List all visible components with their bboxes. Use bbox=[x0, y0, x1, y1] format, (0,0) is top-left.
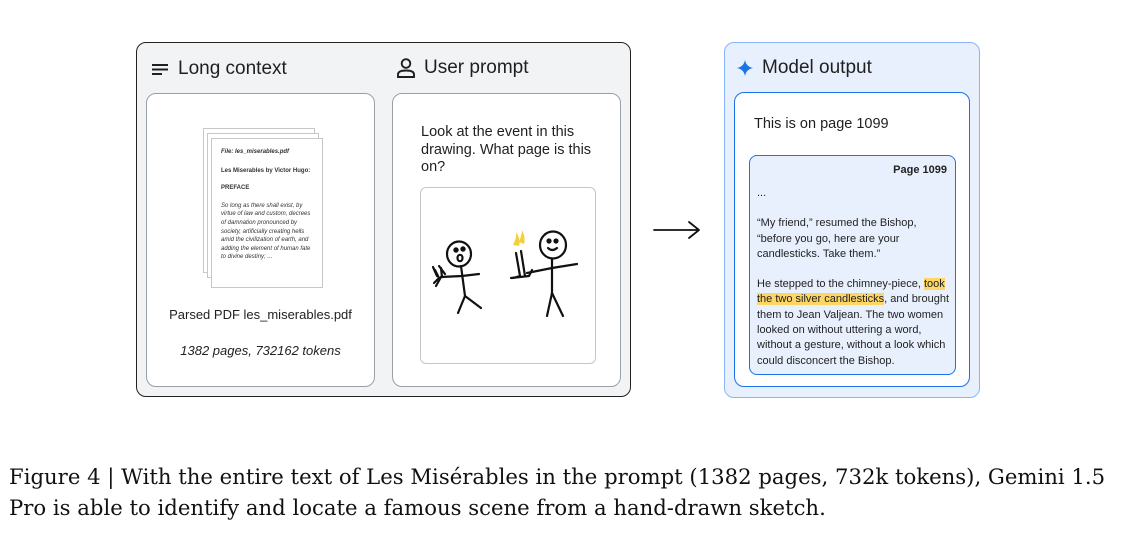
doc-file-name: File: les_miserables.pdf bbox=[221, 149, 290, 155]
doc-preview: File: les_miserables.pdf Les Miserables … bbox=[221, 148, 316, 262]
left-figure-body bbox=[459, 264, 467, 298]
candlestick-left bbox=[511, 251, 522, 280]
right-arrow-icon bbox=[653, 221, 700, 239]
page-excerpt-card: Page 1099 ... “My friend,” resumed the B… bbox=[749, 155, 956, 375]
prompt-text: Look at the event in this drawing. What … bbox=[421, 124, 592, 175]
long-context-title: Long context bbox=[178, 58, 287, 79]
doc-title: Les Miserables by Victor Hugo: bbox=[221, 167, 311, 174]
left-figure-arms bbox=[439, 272, 481, 279]
model-output-card: This is on page 1099 Page 1099 ... “My f… bbox=[734, 92, 970, 387]
parsed-pdf-label: Parsed PDF les_miserables.pdf bbox=[169, 307, 352, 322]
sparkle-icon bbox=[736, 59, 754, 77]
page-excerpt: ... “My friend,” resumed the Bishop, “be… bbox=[757, 186, 953, 369]
model-output-title: Model output bbox=[762, 57, 872, 78]
model-answer: This is on page 1099 bbox=[754, 116, 889, 132]
candlestick-right bbox=[519, 249, 527, 278]
person-icon bbox=[397, 58, 415, 78]
stick-figure-sketch bbox=[431, 230, 579, 318]
user-prompt-title: User prompt bbox=[424, 57, 529, 78]
long-context-card: File: les_miserables.pdf Les Miserables … bbox=[146, 93, 375, 387]
user-prompt-header: User prompt bbox=[396, 57, 529, 79]
document-stats: 1382 pages, 732162 tokens bbox=[180, 343, 341, 358]
user-prompt-card: Look at the event in this drawing. What … bbox=[392, 93, 621, 387]
paragraph-2-start: He stepped to the chimney-piece, bbox=[757, 278, 924, 291]
doc-sheet-front: File: les_miserables.pdf Les Miserables … bbox=[211, 138, 323, 288]
long-context-header: Long context bbox=[150, 58, 287, 80]
figure-caption: Figure 4 | With the entire text of Les M… bbox=[9, 464, 1106, 520]
page-ellipsis: ... bbox=[757, 187, 767, 199]
page-paragraph-2: He stepped to the chimney-piece, took th… bbox=[757, 277, 953, 369]
candle-flames bbox=[513, 230, 525, 246]
sketch-image bbox=[420, 187, 596, 364]
lines-menu-icon bbox=[152, 64, 168, 75]
page-number-label: Page 1099 bbox=[893, 164, 947, 176]
doc-excerpt: So long as there shall exist, by virtue … bbox=[221, 202, 311, 261]
model-output-header: Model output bbox=[736, 57, 872, 79]
right-figure-head bbox=[538, 230, 568, 260]
doc-heading: PREFACE bbox=[221, 185, 250, 192]
page-paragraph-1: “My friend,” resumed the Bishop, “before… bbox=[757, 217, 917, 260]
